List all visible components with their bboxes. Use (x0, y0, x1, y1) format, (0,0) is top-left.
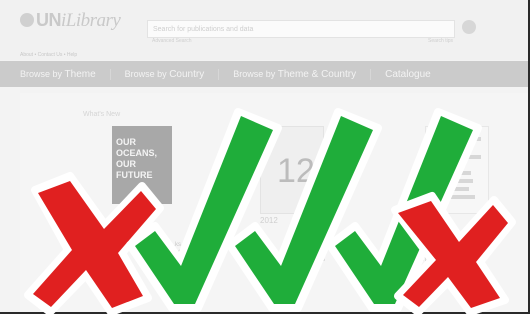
card-description: ...ks and ...ive (170, 242, 183, 264)
main-nav: Browse by Theme Browse by Country Browse… (0, 61, 528, 87)
search-input[interactable]: Search for publications and data (147, 20, 455, 38)
card-description: ...ual trends in ...c and concerns (240, 257, 326, 263)
nav-browse-by-country[interactable]: Browse by Country (111, 68, 220, 80)
screenshot-frame: UNiLibrary Search for publications and d… (0, 0, 530, 314)
book-cover[interactable]: OUR OCEANS, OUR FUTURE (112, 126, 172, 204)
publication-card[interactable]: OUR OCEANS, OUR FUTURE ...ks and ...ive (112, 126, 183, 264)
un-ilibrary-logo[interactable]: UNiLibrary (20, 10, 121, 32)
book-cover[interactable] (425, 126, 489, 214)
search-tips-link[interactable]: Search tips (428, 38, 453, 44)
nav-browse-by-theme[interactable]: Browse by Theme (0, 68, 111, 80)
whats-new-section: What's New OUR OCEANS, OUR FUTURE ...ks a… (20, 93, 528, 312)
nav-catalogue[interactable]: Catalogue (371, 69, 445, 80)
section-title: What's New (83, 111, 121, 118)
top-links[interactable]: About • Contact Us • Help (20, 52, 77, 58)
nav-browse-by-theme-country[interactable]: Browse by Theme & Country (219, 68, 372, 80)
site-header: UNiLibrary Search for publications and d… (0, 0, 528, 60)
search-button[interactable] (462, 20, 476, 34)
card-description: The ... Right to ... s of ... (395, 257, 460, 263)
un-emblem-icon (20, 13, 34, 27)
advanced-search-link[interactable]: Advanced Search (152, 38, 191, 44)
publication-card[interactable]: 12 2012 ...ual trends in ...c and concer… (240, 126, 330, 263)
publication-card[interactable]: The ... Right to ... s of ... (395, 126, 495, 263)
book-cover[interactable]: 12 (260, 126, 324, 214)
card-year: 2012 (260, 216, 278, 225)
